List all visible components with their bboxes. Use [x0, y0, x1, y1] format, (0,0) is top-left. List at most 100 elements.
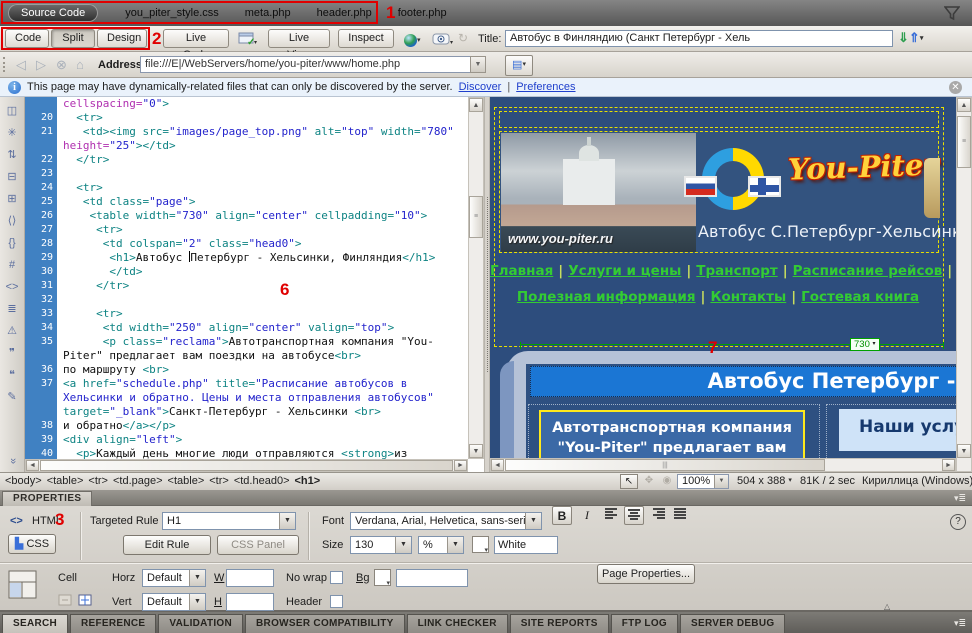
page-properties-button[interactable]: Page Properties... — [597, 564, 695, 584]
results-tab-browser-compatibility[interactable]: BROWSER COMPATIBILITY — [245, 614, 405, 633]
code-line[interactable]: 26 <table width="730" align="center" cel… — [25, 209, 468, 223]
code-line[interactable]: 29 <h1>Автобус Петербург - Хельсинки, Фи… — [25, 251, 468, 265]
preview-in-browser-icon[interactable]: ▾ — [404, 32, 421, 47]
split-cell-icon[interactable] — [78, 594, 93, 610]
font-dropdown[interactable]: Verdana, Arial, Helvetica, sans-serif▼ — [350, 512, 542, 530]
align-left-button[interactable] — [602, 506, 622, 525]
address-input[interactable]: file:///E|/WebServers/home/you-piter/www… — [140, 56, 485, 73]
select-parent-tag-icon[interactable]: ⟨⟩ — [8, 211, 17, 233]
code-view[interactable]: cellspacing="0">20 <tr>21 <td><img src="… — [25, 97, 468, 459]
help-icon[interactable]: ? — [950, 514, 966, 530]
info-bar-toggle-icon[interactable]: ≣ — [7, 299, 16, 321]
related-file-tab[interactable]: footer.php — [385, 4, 460, 22]
preferences-link[interactable]: Preferences — [516, 81, 575, 93]
code-line[interactable]: 33 <tr> — [25, 307, 468, 321]
magnification-dropdown[interactable]: 100%▼ — [677, 474, 729, 489]
right-column-cell[interactable]: Наши услуги — [826, 404, 956, 458]
line-numbers-icon[interactable]: # — [9, 255, 15, 277]
code-line[interactable]: 22 </tr> — [25, 153, 468, 167]
design-vertical-scrollbar[interactable]: ▲ ≡ ▼ — [956, 97, 972, 472]
apply-comment-icon[interactable]: ❞ — [9, 343, 15, 365]
format-source-code-icon[interactable]: ✎ — [7, 387, 16, 409]
discover-link[interactable]: Discover — [459, 81, 502, 93]
get-file-icon[interactable]: ⇓ — [898, 30, 909, 45]
targeted-rule-dropdown[interactable]: H1▼ — [162, 512, 296, 530]
h1-banner[interactable]: Автобус Петербург - Хельсинки — [530, 366, 956, 397]
more-icon[interactable]: » — [1, 458, 23, 464]
bg-color-input[interactable] — [396, 569, 468, 587]
tag-selector-item[interactable]: <td.head0> — [234, 475, 290, 487]
results-tab-link-checker[interactable]: LINK CHECKER — [407, 614, 508, 633]
live-view-options-icon[interactable]: ▤▾ — [505, 55, 533, 76]
highlight-invalid-code-icon[interactable]: <> — [6, 277, 19, 299]
code-line[interactable]: 20 <tr> — [25, 111, 468, 125]
balance-braces-icon[interactable]: {} — [8, 233, 15, 255]
menu-link[interactable]: Транспорт — [696, 263, 777, 279]
table-width-label[interactable]: 730 ▾ — [850, 338, 880, 351]
window-size-dropdown[interactable]: 504 x 388 ▾ — [737, 475, 792, 487]
design-horizontal-scrollbar[interactable]: ◄ ||| ► — [490, 458, 956, 472]
open-documents-icon[interactable]: ◫ — [7, 101, 17, 123]
close-icon[interactable]: ✕ — [949, 81, 962, 94]
document-title-input[interactable]: Автобус в Финляндию (Санкт Петербург - Х… — [505, 30, 893, 47]
live-view-button[interactable]: Live View — [268, 29, 330, 48]
vert-dropdown[interactable]: Default▼ — [142, 593, 206, 611]
edit-rule-button[interactable]: Edit Rule — [123, 535, 211, 555]
menu-link[interactable]: Полезная информация — [517, 289, 696, 305]
collapse-panel-icon[interactable]: △ — [884, 602, 890, 611]
menu-link[interactable]: Контакты — [710, 289, 786, 305]
code-horizontal-scrollbar[interactable]: ◄ ► — [25, 459, 468, 472]
code-vertical-scrollbar[interactable]: ▲ ≡ ▼ — [468, 97, 484, 459]
results-panel-menu-icon[interactable]: ▾≣ — [954, 618, 966, 629]
code-line[interactable]: 38и обратно</a></p> — [25, 419, 468, 433]
address-dropdown-icon[interactable]: ▼ — [470, 56, 486, 73]
code-line[interactable]: 21 <td><img src="images/page_top.png" al… — [25, 125, 468, 153]
toolbar-grip[interactable] — [3, 57, 8, 72]
cell-width-input[interactable] — [226, 569, 274, 587]
code-line[interactable]: 31 </tr> — [25, 279, 468, 293]
collapse-full-tag-icon[interactable]: ⇅ — [7, 145, 16, 167]
results-tab-server-debug[interactable]: SERVER DEBUG — [680, 614, 785, 633]
menu-link[interactable]: Услуги и цены — [568, 263, 681, 279]
results-tab-reference[interactable]: REFERENCE — [70, 614, 156, 633]
italic-button[interactable]: I — [577, 506, 597, 525]
tag-selector-item[interactable]: <body> — [5, 475, 42, 487]
tag-selector-item[interactable]: <tr> — [88, 475, 108, 487]
site-header-image[interactable]: www.you-piter.ru You-Piter Автобус С.Пет… — [499, 131, 939, 253]
cell-height-input[interactable] — [226, 593, 274, 611]
table-width-bar[interactable]: 730 ▾ — [520, 344, 944, 345]
tag-selector-item[interactable]: <h1> — [295, 475, 321, 487]
code-line[interactable]: 28 <td colspan="2" class="head0"> — [25, 237, 468, 251]
align-justify-button[interactable] — [670, 506, 690, 525]
align-center-button[interactable] — [624, 506, 644, 525]
align-right-button[interactable] — [648, 506, 668, 525]
tag-selector-item[interactable]: <tr> — [209, 475, 229, 487]
design-view[interactable]: www.you-piter.ru You-Piter Автобус С.Пет… — [490, 97, 956, 458]
inspect-button[interactable]: Inspect — [338, 29, 394, 48]
menu-link[interactable]: Главная — [490, 263, 553, 279]
code-line[interactable]: cellspacing="0"> — [25, 97, 468, 111]
put-file-icon[interactable]: ⇑ — [909, 30, 920, 45]
tag-selector-item[interactable]: <table> — [168, 475, 205, 487]
results-tab-site-reports[interactable]: SITE REPORTS — [510, 614, 609, 633]
bold-button[interactable]: B — [552, 506, 572, 525]
code-line[interactable]: 39<div align="left"> — [25, 433, 468, 447]
code-line[interactable]: 25 <td class="page"> — [25, 195, 468, 209]
select-tool-icon[interactable]: ↖ — [620, 474, 638, 489]
size-unit-dropdown[interactable]: %▼ — [418, 536, 464, 554]
header-checkbox[interactable] — [330, 595, 343, 608]
code-line[interactable]: 36по маршруту <br> — [25, 363, 468, 377]
code-line[interactable]: 27 <tr> — [25, 223, 468, 237]
text-color-input[interactable]: White — [494, 536, 558, 554]
tag-selector-item[interactable]: <table> — [47, 475, 84, 487]
file-get-put-icons[interactable]: ⇓⇑▾ — [898, 30, 923, 46]
code-line[interactable]: 35 <p class="reclama">Автотранспортная к… — [25, 335, 468, 363]
remove-comment-icon[interactable]: ❝ — [9, 365, 15, 387]
code-line[interactable]: 32 — [25, 293, 468, 307]
expand-all-icon[interactable]: ⊞ — [7, 189, 16, 211]
code-line[interactable]: 40 <p>Каждый день многие люди отправляют… — [25, 447, 468, 459]
left-column-cell[interactable]: Автотранспортная компания "You-Piter" пр… — [528, 404, 820, 458]
live-code-button[interactable]: Live Code — [163, 29, 229, 48]
css-mode-button[interactable]: ▙ CSS — [8, 534, 56, 554]
tag-selector-item[interactable]: <td.page> — [113, 475, 163, 487]
